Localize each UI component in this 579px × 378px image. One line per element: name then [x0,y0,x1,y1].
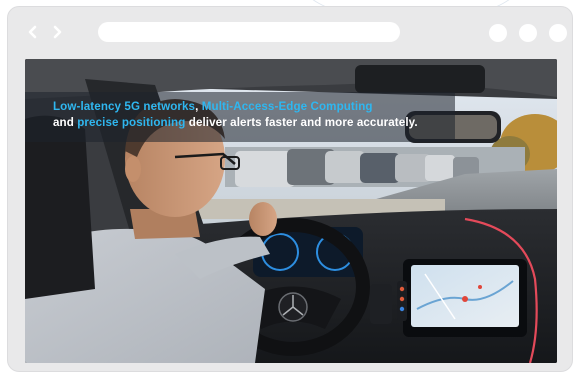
chevron-right-icon [53,25,62,39]
video-frame: Low-latency 5G networks, Multi-Access-Ed… [25,59,557,363]
window-control-button[interactable] [489,24,507,42]
window-control-button[interactable] [519,24,537,42]
caption-plain: deliver alerts faster and more accuratel… [185,116,418,129]
caption-highlight: Low-latency 5G networks [53,100,196,113]
caption-highlight: precise positioning [77,116,186,129]
forward-button[interactable] [50,23,64,41]
address-bar[interactable] [98,22,400,42]
browser-window: Low-latency 5G networks, Multi-Access-Ed… [7,6,573,372]
back-button[interactable] [26,23,40,41]
caption-text: Low-latency 5G networks, Multi-Access-Ed… [53,99,473,131]
browser-toolbar [8,7,572,55]
caption-highlight: Multi-Access-Edge Computing [201,100,373,113]
caption-separator: , [195,100,202,113]
chevron-left-icon [28,25,37,39]
window-control-button[interactable] [549,24,567,42]
caption-plain: and [53,116,78,129]
